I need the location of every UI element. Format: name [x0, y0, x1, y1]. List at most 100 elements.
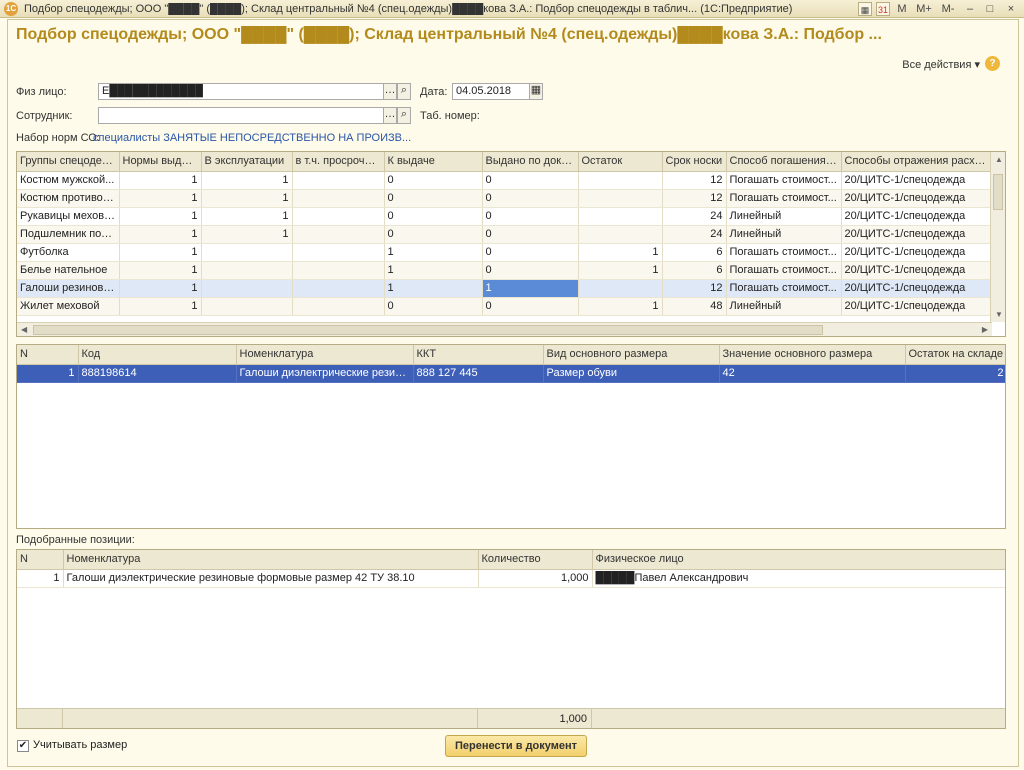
- table-cell[interactable]: Погашать стоимост...: [726, 189, 842, 208]
- employee-field[interactable]: [98, 107, 384, 124]
- table-cell[interactable]: 20/ЦИТС-1/спецодежда: [841, 243, 993, 262]
- table-cell[interactable]: [201, 243, 293, 262]
- table-row[interactable]: Жилет меховой 1 0 0 1 48 Линейный 20/ЦИТС-1/спе…: [17, 297, 993, 316]
- table-cell[interactable]: 1: [201, 189, 293, 208]
- table-cell[interactable]: [578, 279, 663, 298]
- table-cell[interactable]: Погашать стоимост...: [726, 171, 842, 190]
- table-cell[interactable]: 0: [482, 225, 579, 244]
- all-actions-menu[interactable]: Все действия ▾: [902, 58, 980, 71]
- calculator-icon[interactable]: ▦: [858, 1, 872, 16]
- table-cell[interactable]: 1: [119, 225, 202, 244]
- norms-hscrollbar[interactable]: ◀ ▶: [17, 322, 992, 336]
- column-header[interactable]: Нормы выдачи: [119, 152, 202, 172]
- table-cell[interactable]: 6: [662, 261, 727, 280]
- transfer-to-document-button[interactable]: Перенести в документ: [445, 735, 587, 757]
- table-cell[interactable]: 1: [384, 261, 483, 280]
- consider-size-checkbox[interactable]: ✔: [17, 740, 29, 752]
- table-cell[interactable]: 20/ЦИТС-1/спецодежда: [841, 297, 993, 316]
- column-header[interactable]: Номенклатура: [236, 345, 414, 365]
- table-cell[interactable]: 0: [482, 297, 579, 316]
- norms-table[interactable]: Группы спецодеж... Нормы выдачи В эксплуат…: [16, 151, 1006, 337]
- employee-search-icon[interactable]: ⌕: [397, 107, 411, 124]
- table-cell[interactable]: 0: [482, 189, 579, 208]
- column-header[interactable]: Вид основного размера: [543, 345, 720, 365]
- table-cell[interactable]: 888 127 445: [413, 364, 544, 383]
- table-cell[interactable]: Линейный: [726, 297, 842, 316]
- table-cell[interactable]: Размер обуви: [543, 364, 720, 383]
- table-cell[interactable]: Галоши резиновые: [17, 279, 120, 298]
- table-cell[interactable]: 20/ЦИТС-1/спецодежда: [841, 171, 993, 190]
- table-cell[interactable]: 20/ЦИТС-1/спецодежда: [841, 261, 993, 280]
- table-row[interactable]: Костюм мужской... 1 1 0 0 12 Погашать стоимост…: [17, 171, 993, 190]
- table-cell[interactable]: 1: [201, 225, 293, 244]
- table-row[interactable]: 1 Галоши диэлектрические резиновые формов…: [17, 569, 1005, 588]
- table-row[interactable]: Рукавицы меховые 1 1 0 0 24 Линейный 20/ЦИТС-1/…: [17, 207, 993, 226]
- table-cell[interactable]: 1: [482, 279, 579, 298]
- column-header[interactable]: Срок носки: [662, 152, 727, 172]
- table-cell[interactable]: [292, 207, 385, 226]
- table-cell[interactable]: 1: [384, 243, 483, 262]
- table-cell[interactable]: Погашать стоимост...: [726, 279, 842, 298]
- table-cell[interactable]: 1: [578, 243, 663, 262]
- table-cell[interactable]: 888198614: [78, 364, 237, 383]
- table-cell[interactable]: 1: [578, 297, 663, 316]
- table-cell[interactable]: Погашать стоимост...: [726, 243, 842, 262]
- table-cell[interactable]: 42: [719, 364, 906, 383]
- table-cell[interactable]: Линейный: [726, 207, 842, 226]
- table-cell[interactable]: [292, 297, 385, 316]
- table-cell[interactable]: Погашать стоимост...: [726, 261, 842, 280]
- norms-link[interactable]: специалисты ЗАНЯТЫЕ НЕПОСРЕДСТВЕННО НА П…: [93, 132, 411, 144]
- table-cell[interactable]: 48: [662, 297, 727, 316]
- table-cell[interactable]: 0: [384, 189, 483, 208]
- table-cell[interactable]: 1: [17, 569, 64, 588]
- help-icon[interactable]: ?: [985, 56, 1000, 71]
- table-cell[interactable]: [201, 279, 293, 298]
- table-cell[interactable]: [292, 243, 385, 262]
- table-row[interactable]: Футболка 1 1 0 1 6 Погашать стоимост... 20/ЦИТС…: [17, 243, 993, 262]
- table-cell[interactable]: Рукавицы меховые: [17, 207, 120, 226]
- table-cell[interactable]: 0: [384, 207, 483, 226]
- table-cell[interactable]: Белье нательное: [17, 261, 120, 280]
- minimize-button[interactable]: –: [962, 2, 978, 16]
- table-cell[interactable]: 1: [119, 171, 202, 190]
- table-cell[interactable]: Костюм противоэ...: [17, 189, 120, 208]
- table-cell[interactable]: [578, 171, 663, 190]
- table-cell[interactable]: 1: [119, 189, 202, 208]
- table-cell[interactable]: Жилет меховой: [17, 297, 120, 316]
- table-cell[interactable]: 24: [662, 207, 727, 226]
- table-cell[interactable]: [292, 225, 385, 244]
- table-cell[interactable]: [292, 279, 385, 298]
- employee-select-button[interactable]: …: [383, 107, 397, 124]
- table-cell[interactable]: 0: [384, 171, 483, 190]
- column-header[interactable]: Значение основного размера: [719, 345, 906, 365]
- table-cell[interactable]: 12: [662, 189, 727, 208]
- table-cell[interactable]: 1: [119, 207, 202, 226]
- column-header[interactable]: Код: [78, 345, 237, 365]
- table-cell[interactable]: 2: [905, 364, 1005, 383]
- column-header[interactable]: в т.ч. просрочено: [292, 152, 385, 172]
- date-field[interactable]: 04.05.2018: [452, 83, 530, 100]
- table-cell[interactable]: Костюм мужской...: [17, 171, 120, 190]
- column-header[interactable]: Физическое лицо: [592, 550, 1005, 570]
- table-cell[interactable]: Футболка: [17, 243, 120, 262]
- table-cell[interactable]: Галоши диэлектрические резиновые формовы…: [63, 569, 479, 588]
- table-cell[interactable]: 1: [17, 364, 79, 383]
- memory-button[interactable]: M: [894, 2, 910, 16]
- table-cell[interactable]: [578, 225, 663, 244]
- maximize-button[interactable]: □: [982, 2, 998, 16]
- table-cell[interactable]: 0: [482, 207, 579, 226]
- selected-table[interactable]: N Номенклатура Количество Физическое лицо 1…: [16, 549, 1006, 729]
- table-row[interactable]: Галоши резиновые 1 1 1 12 Погашать стоимост..…: [17, 279, 993, 298]
- table-cell[interactable]: 0: [384, 225, 483, 244]
- table-cell[interactable]: 24: [662, 225, 727, 244]
- table-cell[interactable]: [578, 207, 663, 226]
- table-cell[interactable]: Подшлемник под ...: [17, 225, 120, 244]
- table-cell[interactable]: 1: [119, 243, 202, 262]
- table-cell[interactable]: [578, 189, 663, 208]
- table-cell[interactable]: █████Павел Александрович: [592, 569, 1005, 588]
- column-header[interactable]: К выдаче: [384, 152, 483, 172]
- table-cell[interactable]: 1: [119, 261, 202, 280]
- table-cell[interactable]: 0: [384, 297, 483, 316]
- column-header[interactable]: Способы отражения расходов: [841, 152, 993, 172]
- table-cell[interactable]: 0: [482, 243, 579, 262]
